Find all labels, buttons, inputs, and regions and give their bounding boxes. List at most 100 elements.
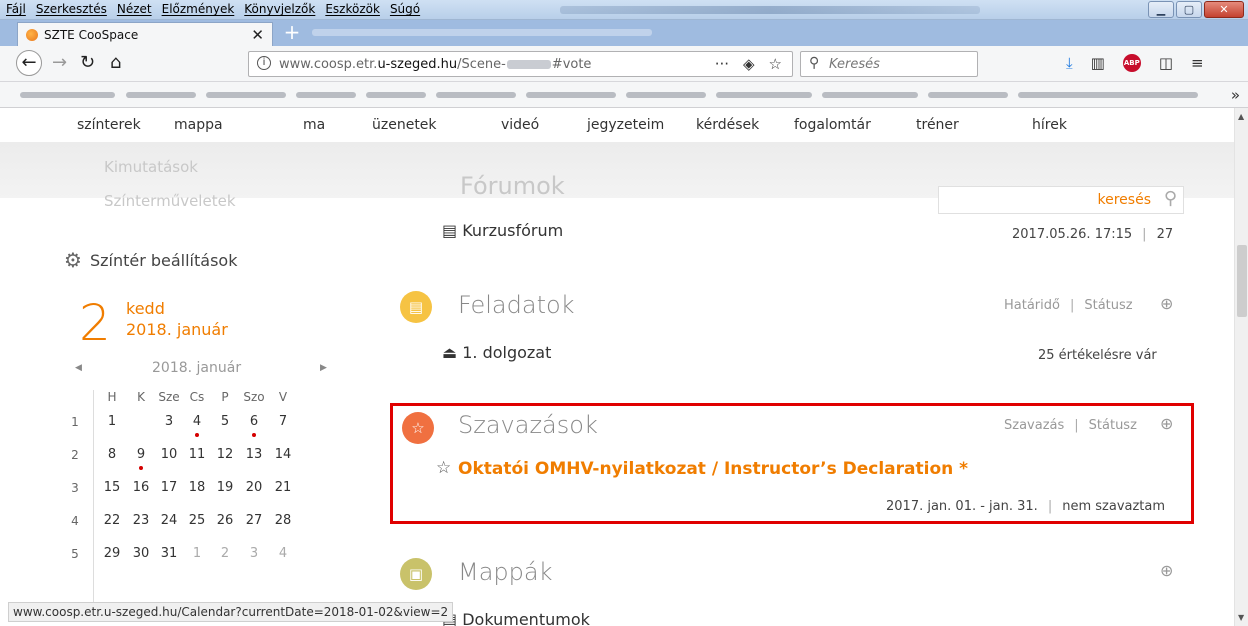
menu-view[interactable]: Nézet	[117, 2, 152, 16]
calendar-day[interactable]: 12	[211, 443, 239, 467]
calendar-day[interactable]: 23	[127, 509, 155, 533]
week-number[interactable]: 4	[67, 514, 83, 528]
bookmark-redacted[interactable]	[296, 92, 356, 98]
nav-hirek[interactable]: hírek	[1032, 117, 1067, 133]
calendar-day[interactable]: 20	[240, 476, 268, 500]
tasks-add-icon[interactable]: ⊕	[1160, 294, 1173, 313]
bookmark-redacted[interactable]	[822, 92, 918, 98]
calendar-day[interactable]: 29	[98, 542, 126, 566]
search-field[interactable]: ⚲ Keresés	[800, 51, 978, 77]
calendar-prev-icon[interactable]: ◀	[75, 363, 82, 373]
menu-edit[interactable]: Szerkesztés	[36, 2, 107, 16]
calendar-day[interactable]: 22	[98, 509, 126, 533]
bookmark-redacted[interactable]	[126, 92, 196, 98]
page-scrollbar[interactable]: ▲ ▼	[1234, 108, 1248, 626]
nav-uzenetek[interactable]: üzenetek	[372, 117, 437, 133]
scrollbar-thumb[interactable]	[1237, 245, 1247, 317]
pocket-icon[interactable]: ◈	[743, 55, 755, 73]
calendar-day[interactable]: 4	[183, 410, 211, 437]
votes-add-icon[interactable]: ⊕	[1160, 414, 1173, 433]
calendar-day[interactable]: 7	[269, 410, 297, 434]
votes-status-sort[interactable]: Státusz	[1089, 418, 1137, 433]
calendar-next-icon[interactable]: ▶	[320, 363, 327, 373]
calendar-day[interactable]: 15	[98, 476, 126, 500]
scroll-down-icon[interactable]: ▼	[1238, 613, 1244, 622]
url-text[interactable]: www.coosp.etr.u-szeged.hu/Scene- #vote	[279, 57, 591, 72]
calendar-day[interactable]: 1	[98, 410, 126, 434]
folders-add-icon[interactable]: ⊕	[1160, 561, 1173, 580]
bookmarks-overflow-icon[interactable]: »	[1231, 86, 1240, 104]
page-actions-icon[interactable]: ···	[715, 55, 729, 73]
library-icon[interactable]: ▥	[1091, 54, 1105, 72]
menu-bookmarks[interactable]: Könyvjelzők	[244, 2, 315, 16]
bookmark-redacted[interactable]	[20, 92, 115, 98]
site-info-icon[interactable]: i	[257, 56, 271, 70]
scene-settings-link[interactable]: ⚙ Színtér beállítások	[64, 248, 237, 272]
nav-szinterek[interactable]: színterek	[77, 117, 141, 133]
calendar-day[interactable]: 13	[240, 443, 268, 467]
forward-button[interactable]: →	[52, 54, 67, 72]
calendar-day[interactable]: 26	[211, 509, 239, 533]
nav-video[interactable]: videó	[501, 117, 539, 133]
nav-trener[interactable]: tréner	[916, 117, 959, 133]
minimize-button[interactable]: ▁	[1148, 1, 1174, 18]
week-number[interactable]: 5	[67, 547, 83, 561]
calendar-day[interactable]: 8	[98, 443, 126, 467]
bookmark-redacted[interactable]	[526, 92, 616, 98]
calendar-day[interactable]: 4	[269, 542, 297, 566]
menu-tools[interactable]: Eszközök	[325, 2, 380, 16]
tasks-status-sort[interactable]: Státusz	[1084, 298, 1132, 313]
calendar-day[interactable]: 24	[155, 509, 183, 533]
calendar-day[interactable]: 25	[183, 509, 211, 533]
reload-button[interactable]: ↻	[80, 54, 95, 72]
maximize-button[interactable]: ▢	[1176, 1, 1202, 18]
calendar-day[interactable]: 19	[211, 476, 239, 500]
bookmark-redacted[interactable]	[626, 92, 706, 98]
votes-vote-sort[interactable]: Szavazás	[1004, 418, 1064, 433]
week-number[interactable]: 3	[67, 481, 83, 495]
forum-item[interactable]: ▤ Kurzusfórum	[442, 221, 563, 240]
calendar-day-today[interactable]: 2	[127, 408, 155, 436]
nav-ma[interactable]: ma	[303, 117, 325, 133]
calendar-day[interactable]: 31	[155, 542, 183, 566]
calendar-day[interactable]: 6	[240, 410, 268, 437]
home-button[interactable]: ⌂	[110, 54, 121, 72]
calendar-day[interactable]: 10	[155, 443, 183, 467]
calendar-day[interactable]: 30	[127, 542, 155, 566]
calendar-day[interactable]: 17	[155, 476, 183, 500]
folder-item[interactable]: ▤ Dokumentumok	[442, 610, 590, 626]
bookmark-redacted[interactable]	[366, 92, 426, 98]
scroll-up-icon[interactable]: ▲	[1238, 112, 1244, 121]
url-bar[interactable]: i www.coosp.etr.u-szeged.hu/Scene- #vote …	[248, 51, 793, 77]
search-icon[interactable]: ⚲	[1164, 188, 1177, 209]
bookmark-redacted[interactable]	[716, 92, 812, 98]
calendar-day[interactable]: 16	[127, 476, 155, 500]
week-number[interactable]: 2	[67, 448, 83, 462]
adblock-icon[interactable]: ABP	[1122, 54, 1141, 72]
nav-fogalomtar[interactable]: fogalomtár	[794, 117, 871, 133]
sidebar-icon[interactable]: ◫	[1159, 54, 1173, 72]
bookmark-redacted[interactable]	[206, 92, 286, 98]
calendar-day[interactable]: 2	[211, 542, 239, 566]
bookmark-redacted[interactable]	[1018, 92, 1198, 98]
calendar-day[interactable]: 14	[269, 443, 297, 467]
hamburger-menu-icon[interactable]: ≡	[1191, 54, 1204, 72]
calendar-day[interactable]: 21	[269, 476, 297, 500]
calendar-day[interactable]: 3	[240, 542, 268, 566]
menu-history[interactable]: Előzmények	[162, 2, 235, 16]
browser-tab-coospace[interactable]: SZTE CooSpace ✕	[17, 22, 273, 46]
calendar-day[interactable]: 9	[127, 443, 155, 470]
calendar-day[interactable]: 27	[240, 509, 268, 533]
calendar-day[interactable]: 18	[183, 476, 211, 500]
nav-kerdesek[interactable]: kérdések	[696, 117, 759, 133]
vote-item-link[interactable]: Oktatói OMHV-nyilatkozat / Instructor’s …	[458, 459, 968, 479]
nav-mappa[interactable]: mappa	[174, 117, 223, 133]
bookmark-star-icon[interactable]: ☆	[769, 55, 782, 73]
calendar-day[interactable]: 28	[269, 509, 297, 533]
bookmark-redacted[interactable]	[928, 92, 1008, 98]
task-item[interactable]: ⏏ 1. dolgozat	[442, 343, 551, 362]
tab-close-icon[interactable]: ✕	[251, 26, 264, 44]
calendar-day[interactable]: 5	[211, 410, 239, 434]
close-window-button[interactable]: ✕	[1204, 1, 1244, 18]
calendar-day[interactable]: 3	[155, 410, 183, 434]
